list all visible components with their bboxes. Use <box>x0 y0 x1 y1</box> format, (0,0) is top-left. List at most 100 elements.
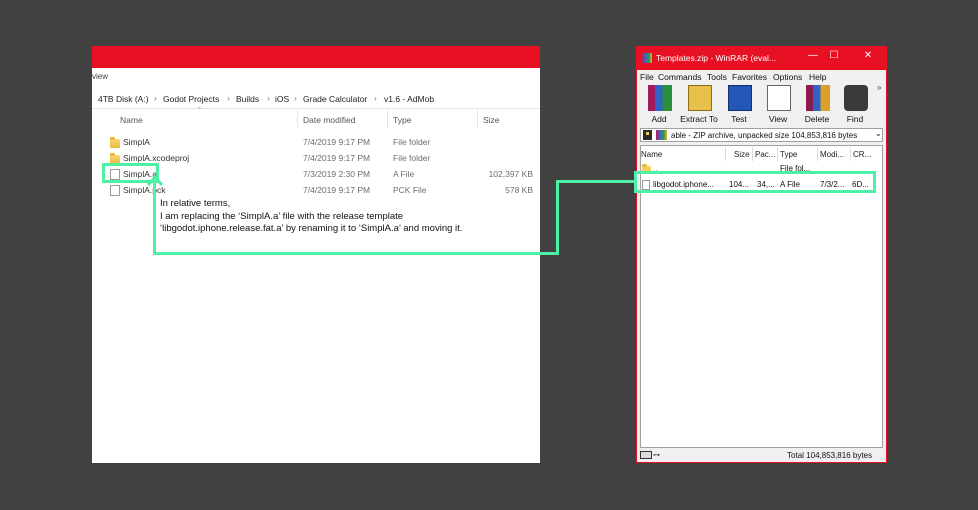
menu-commands[interactable]: Commands <box>658 72 701 82</box>
breadcrumb-separator: › <box>374 93 377 103</box>
column-header-size[interactable]: Size <box>734 150 750 159</box>
folder-icon <box>110 137 120 148</box>
connector-line <box>556 180 636 183</box>
archive-path-text: able - ZIP archive, unpacked size 104,85… <box>671 131 858 140</box>
column-header-size[interactable]: Size <box>483 115 500 125</box>
breadcrumb-grade-calculator[interactable]: Grade Calculator <box>303 94 367 104</box>
archive-path-bar[interactable]: able - ZIP archive, unpacked size 104,85… <box>640 128 883 142</box>
file-size: 578 KB <box>505 185 533 195</box>
delete-button[interactable]: Delete <box>798 85 836 125</box>
toolbar-label: Delete <box>804 114 830 124</box>
column-divider[interactable] <box>297 110 298 128</box>
column-header-crc[interactable]: CR... <box>853 150 871 159</box>
add-button[interactable]: Add <box>640 85 678 125</box>
breadcrumb-separator: › <box>267 93 270 103</box>
breadcrumb-version-folder[interactable]: v1.6 - AdMob <box>384 94 434 104</box>
column-header-name[interactable]: Name <box>120 115 143 125</box>
view-button[interactable]: View <box>759 85 797 125</box>
menu-favorites[interactable]: Favorites <box>732 72 767 82</box>
sort-up-icon: ^ <box>198 107 201 113</box>
breadcrumb-separator: › <box>154 93 157 103</box>
column-header-type[interactable]: Type <box>780 150 797 159</box>
connector-line <box>556 180 559 255</box>
annotation-note-line: In relative terms, <box>160 198 231 209</box>
test-button[interactable]: Test <box>720 85 758 125</box>
delete-icon <box>806 85 830 111</box>
key-icon[interactable]: ⊶ <box>653 451 660 459</box>
winrar-window: Templates.zip - WinRAR (eval... — ☐ ✕ Fi… <box>636 46 887 463</box>
ribbon-view-tab[interactable]: view <box>92 72 108 81</box>
up-folder-icon[interactable] <box>643 130 652 140</box>
connector-arrowhead-icon <box>146 175 164 186</box>
menu-help[interactable]: Help <box>809 72 826 82</box>
breadcrumb-ios[interactable]: iOS <box>275 94 289 104</box>
toolbar-label: Extract To <box>680 114 718 124</box>
find-icon <box>844 85 868 111</box>
menu-file[interactable]: File <box>640 72 654 82</box>
menu-tools[interactable]: Tools <box>707 72 727 82</box>
breadcrumb-godot-projects[interactable]: Godot Projects <box>163 94 219 104</box>
column-header-name[interactable]: Name <box>641 150 662 159</box>
file-row-xcodeproj-folder[interactable]: SimplA.xcodeproj 7/4/2019 9:17 PM File f… <box>92 151 540 167</box>
connector-line <box>153 181 156 255</box>
caption-line: to the previous .a file. <box>160 319 351 341</box>
column-divider[interactable] <box>777 147 778 161</box>
highlight-libgodot <box>634 171 876 193</box>
column-divider[interactable] <box>850 147 851 161</box>
file-date: 7/4/2019 9:17 PM <box>303 137 371 147</box>
path-dropdown-icon[interactable]: ⌄ <box>875 129 882 138</box>
column-header-packed[interactable]: Pac... <box>755 150 775 159</box>
more-toolbar-chevron-icon[interactable]: » <box>877 83 881 92</box>
minimize-button[interactable]: — <box>805 50 821 61</box>
toolbar-label: Find <box>846 114 864 124</box>
file-date: 7/4/2019 9:17 PM <box>303 185 371 195</box>
file-date: 7/3/2019 2:30 PM <box>303 169 371 179</box>
file-type: File folder <box>393 153 431 163</box>
file-date: 7/4/2019 9:17 PM <box>303 153 371 163</box>
column-divider[interactable] <box>387 110 388 128</box>
breadcrumb-builds[interactable]: Builds <box>236 94 259 104</box>
caption-line: Replace the .a file with the template. <box>160 266 483 288</box>
column-divider[interactable] <box>817 147 818 161</box>
toolbar-label: View <box>768 114 788 124</box>
add-archive-icon <box>648 85 672 111</box>
explorer-ribbon-bar <box>92 46 540 68</box>
status-total: Total 104,853,816 bytes <box>787 451 872 460</box>
file-type: A File <box>393 169 415 179</box>
column-header-type[interactable]: Type <box>393 115 411 125</box>
instruction-caption: Replace the .a file with the template. T… <box>160 264 482 344</box>
window-title: Templates.zip - WinRAR (eval... <box>656 53 776 63</box>
annotation-note-line: ‘libgodot.iphone.release.fat.a’ by renam… <box>160 223 463 234</box>
toolbar-label: Test <box>731 114 747 124</box>
file-type: File folder <box>393 137 431 147</box>
file-size: 102,397 KB <box>488 169 533 179</box>
extract-to-icon <box>688 85 712 111</box>
file-icon <box>110 185 120 196</box>
maximize-button[interactable]: ☐ <box>826 50 842 61</box>
breadcrumb-separator: › <box>294 93 297 103</box>
column-divider[interactable] <box>477 110 478 128</box>
file-name: SimplA <box>123 137 150 147</box>
view-icon <box>767 85 791 111</box>
archive-icon <box>656 130 667 140</box>
column-divider[interactable] <box>725 147 726 161</box>
menu-options[interactable]: Options <box>773 72 802 82</box>
extract-to-button[interactable]: Extract To <box>680 85 718 125</box>
column-header-modified[interactable]: Modi... <box>820 150 844 159</box>
caption-line: The template must also be renamed <box>160 292 481 315</box>
file-row-simpla-folder[interactable]: SimplA 7/4/2019 9:17 PM File folder <box>92 135 540 151</box>
winrar-app-icon <box>642 53 652 63</box>
file-name: SimplA.xcodeproj <box>123 153 190 163</box>
test-icon <box>728 85 752 111</box>
column-divider[interactable] <box>752 147 753 161</box>
annotation-note-line: I am replacing the ‘SimplA.a’ file with … <box>160 210 404 222</box>
breadcrumb-drive[interactable]: 4TB Disk (A:) <box>98 94 149 104</box>
toolbar-label: Add <box>651 114 667 124</box>
connector-line <box>153 252 559 255</box>
file-type: PCK File <box>393 185 427 195</box>
breadcrumb-separator: › <box>227 93 230 103</box>
find-button[interactable]: Find <box>836 85 874 125</box>
close-button[interactable]: ✕ <box>860 50 876 61</box>
drive-icon[interactable] <box>640 451 652 459</box>
column-header-date-modified[interactable]: Date modified <box>303 115 355 125</box>
